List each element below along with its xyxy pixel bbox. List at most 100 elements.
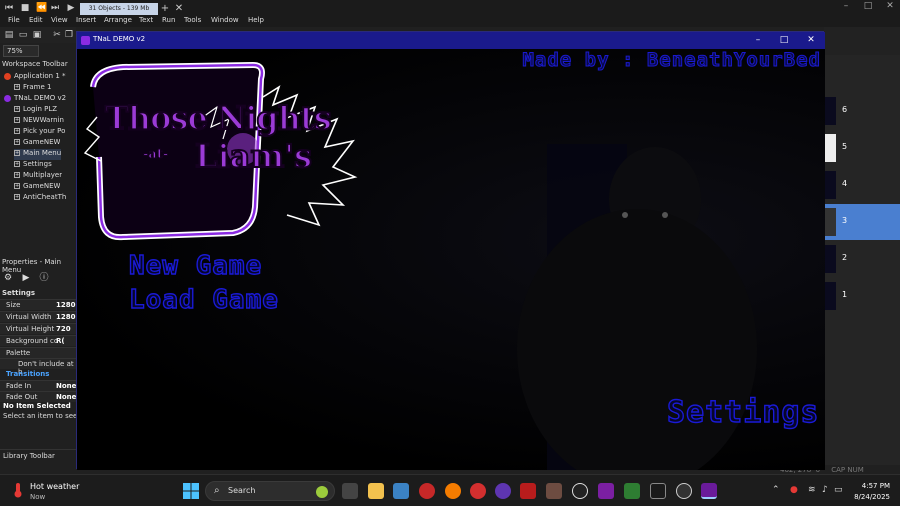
- tree-item[interactable]: + NEWWarnin: [14, 116, 64, 127]
- battery-icon[interactable]: ▭: [834, 485, 843, 495]
- menu-help[interactable]: Help: [248, 16, 264, 24]
- weather-title[interactable]: Hot weather: [30, 482, 79, 491]
- frame-item[interactable]: 1: [824, 278, 900, 314]
- copy-icon[interactable]: ❐: [64, 30, 74, 40]
- tree-item[interactable]: + AntiCheatTh: [14, 193, 66, 204]
- info-icon[interactable]: ⓘ: [38, 272, 50, 284]
- frame-item[interactable]: 2: [824, 241, 900, 277]
- menu-file[interactable]: File: [8, 16, 20, 24]
- step-back-icon[interactable]: ⏪: [36, 3, 47, 13]
- menu-run[interactable]: Run: [162, 16, 175, 24]
- expand-icon[interactable]: +: [14, 106, 20, 112]
- objects-tab[interactable]: 31 Objects - 139 Mb: [80, 3, 158, 15]
- frame-item[interactable]: 5: [824, 130, 900, 166]
- property-row[interactable]: Fade Out None: [0, 391, 76, 402]
- file-explorer-icon[interactable]: [368, 483, 384, 499]
- volume-icon[interactable]: ♪: [822, 485, 828, 495]
- taskbar-search[interactable]: ⌕ Search: [205, 481, 335, 501]
- frame-item[interactable]: 4: [824, 167, 900, 203]
- menu-insert[interactable]: Insert: [76, 16, 96, 24]
- frame-item-selected[interactable]: 3: [824, 204, 900, 240]
- close-tab-icon[interactable]: ✕: [174, 3, 184, 15]
- menu-text[interactable]: Text: [139, 16, 153, 24]
- tree-item[interactable]: + Multiplayer: [14, 171, 62, 182]
- chevron-up-icon[interactable]: ⌃: [772, 485, 780, 495]
- menu-tools[interactable]: Tools: [184, 16, 201, 24]
- close-icon[interactable]: ✕: [804, 34, 818, 47]
- property-row[interactable]: Size 1280: [0, 299, 76, 310]
- maximize-icon[interactable]: □: [777, 34, 791, 47]
- close-icon[interactable]: ✕: [884, 1, 896, 13]
- tree-item[interactable]: + Pick your Po: [14, 127, 65, 138]
- tree-item[interactable]: + Settings: [14, 160, 52, 171]
- menu-view[interactable]: View: [51, 16, 68, 24]
- open-file-icon[interactable]: ▭: [18, 30, 28, 40]
- add-tab-icon[interactable]: +: [160, 3, 170, 15]
- tree-item[interactable]: Application 1 *: [4, 72, 66, 83]
- unreal-engine-icon[interactable]: [572, 483, 588, 499]
- task-view-icon[interactable]: [342, 483, 358, 499]
- cut-icon[interactable]: ✂: [52, 30, 62, 40]
- play-box-icon[interactable]: ▶: [20, 272, 32, 284]
- expand-icon[interactable]: +: [14, 139, 20, 145]
- tree-item[interactable]: + GameNEW: [14, 138, 60, 149]
- expand-icon[interactable]: +: [14, 128, 20, 134]
- tree-item[interactable]: + Frame 1: [14, 83, 52, 94]
- blender-icon[interactable]: [445, 483, 461, 499]
- step-forward-icon[interactable]: ⏭: [50, 3, 60, 13]
- game-window-title-bar[interactable]: TNaL DEMO v2 – □ ✕: [77, 32, 825, 49]
- property-row[interactable]: Virtual Height 720: [0, 323, 76, 334]
- expand-icon[interactable]: +: [14, 150, 20, 156]
- new-file-icon[interactable]: ▤: [4, 30, 14, 40]
- browser-icon[interactable]: [495, 483, 511, 499]
- property-row[interactable]: Fade In None: [0, 380, 76, 391]
- thermometer-icon[interactable]: [10, 482, 26, 498]
- windows-start-icon[interactable]: [183, 483, 199, 499]
- expand-icon[interactable]: +: [14, 84, 20, 90]
- new-game-button[interactable]: New Game: [128, 250, 262, 281]
- clock-date[interactable]: 8/24/2025: [846, 493, 890, 501]
- maximize-icon[interactable]: □: [862, 1, 874, 13]
- properties-settings-tab[interactable]: Settings: [2, 289, 35, 297]
- clickteam-icon[interactable]: [598, 483, 614, 499]
- obs-icon[interactable]: [676, 483, 692, 499]
- tree-item[interactable]: TNaL DEMO v2: [4, 94, 66, 105]
- expand-icon[interactable]: +: [14, 161, 20, 167]
- property-row[interactable]: Palette: [0, 347, 76, 358]
- play-icon[interactable]: ▶: [66, 3, 76, 13]
- minimize-icon[interactable]: –: [751, 34, 765, 47]
- save-icon[interactable]: ▣: [32, 30, 42, 40]
- clock-time[interactable]: 4:57 PM: [846, 482, 890, 490]
- menu-arrange[interactable]: Arrange: [104, 16, 132, 24]
- tree-item[interactable]: + GameNEW: [14, 182, 60, 193]
- menu-window[interactable]: Window: [211, 16, 239, 24]
- chrome-icon[interactable]: [470, 483, 486, 499]
- skip-back-icon[interactable]: ⏮: [4, 3, 14, 13]
- tree-item-selected[interactable]: + Main Menu: [14, 149, 62, 160]
- tnal-demo-taskbar-icon[interactable]: [701, 483, 717, 499]
- expand-icon[interactable]: +: [14, 183, 20, 189]
- library-toolbar[interactable]: Library Toolbar: [0, 449, 76, 461]
- game-character-icon[interactable]: [546, 483, 562, 499]
- load-game-button[interactable]: Load Game: [128, 284, 279, 315]
- opera-icon[interactable]: [419, 483, 435, 499]
- zoom-select[interactable]: 75%: [3, 45, 39, 57]
- minimize-icon[interactable]: –: [840, 1, 852, 13]
- property-row[interactable]: Background co R(: [0, 335, 76, 346]
- tree-item[interactable]: + Login PLZ: [14, 105, 57, 116]
- dont-include-row[interactable]: Don't include at b: [0, 358, 76, 376]
- xbox-icon[interactable]: [624, 483, 640, 499]
- expand-icon[interactable]: +: [14, 117, 20, 123]
- wifi-icon[interactable]: ≋: [808, 485, 816, 495]
- settings-button[interactable]: Settings: [666, 394, 820, 430]
- property-row[interactable]: Virtual Width 1280: [0, 311, 76, 322]
- lightning-icon[interactable]: [650, 483, 666, 499]
- expand-icon[interactable]: +: [14, 172, 20, 178]
- frame-item[interactable]: 6: [824, 93, 900, 129]
- menu-edit[interactable]: Edit: [29, 16, 43, 24]
- store-icon[interactable]: [393, 483, 409, 499]
- stop-icon[interactable]: ■: [20, 3, 30, 13]
- expand-icon[interactable]: +: [14, 194, 20, 200]
- gear-icon[interactable]: ⚙: [2, 272, 14, 284]
- security-icon[interactable]: ●: [790, 485, 798, 495]
